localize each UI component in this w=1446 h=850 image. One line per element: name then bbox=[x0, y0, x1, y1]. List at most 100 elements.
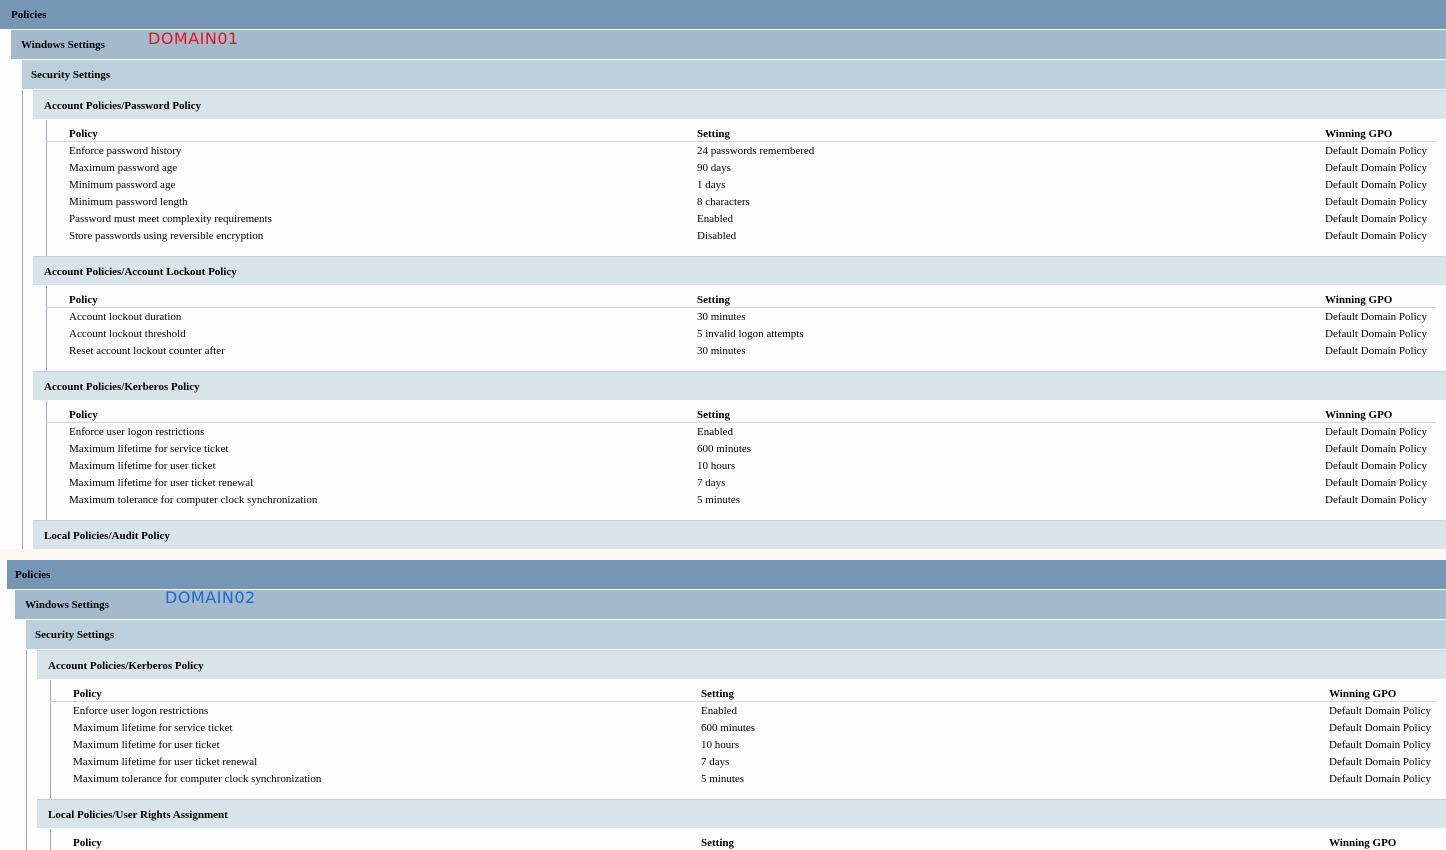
security-settings-header[interactable]: Security Settings bbox=[26, 620, 1446, 650]
winning-gpo[interactable]: Default Domain Policy bbox=[1325, 443, 1427, 455]
table-row[interactable]: Maximum lifetime for user ticket renewal… bbox=[46, 474, 1436, 491]
table-row[interactable]: Enforce password history 24 passwords rem… bbox=[46, 142, 1436, 159]
table-row[interactable]: Maximum lifetime for user ticket 10 hours… bbox=[50, 736, 1436, 753]
winning-gpo[interactable]: Default Domain Policy bbox=[1329, 739, 1431, 751]
policy-name: Maximum tolerance for computer clock syn… bbox=[73, 773, 322, 785]
security-settings-header[interactable]: Security Settings bbox=[22, 60, 1446, 90]
table-row[interactable]: Maximum lifetime for user ticket renewal… bbox=[50, 753, 1436, 770]
policy-column-header: Policy bbox=[69, 294, 98, 306]
windows-settings-label: Windows Settings bbox=[25, 599, 109, 611]
policy-name: Enforce user logon restrictions bbox=[69, 426, 205, 438]
policy-name: Account lockout threshold bbox=[69, 328, 186, 340]
winning-gpo[interactable]: Default Domain Policy bbox=[1325, 230, 1427, 242]
section-title: Local Policies/Audit Policy bbox=[44, 530, 170, 542]
policy-setting: 24 passwords remembered bbox=[697, 145, 815, 157]
winning-gpo[interactable]: Default Domain Policy bbox=[1325, 460, 1427, 472]
policy-name: Maximum lifetime for service ticket bbox=[69, 443, 229, 455]
section-title: Account Policies/Kerberos Policy bbox=[44, 381, 200, 393]
table-header-row: Policy Setting Winning GPO bbox=[46, 123, 1436, 142]
winning-gpo[interactable]: Default Domain Policy bbox=[1329, 705, 1431, 717]
winning-gpo-column-header: Winning GPO bbox=[1325, 294, 1393, 306]
report-domain02: Policies Windows Settings DOMAIN02 Secur… bbox=[0, 560, 1446, 850]
policy-setting: 5 minutes bbox=[697, 494, 741, 506]
winning-gpo-column-header: Winning GPO bbox=[1325, 409, 1393, 421]
policies-label: Policies bbox=[11, 9, 47, 21]
table-row[interactable]: Store passwords using reversible encrypt… bbox=[46, 227, 1436, 244]
table-row[interactable]: Account lockout duration 30 minutes Defaul… bbox=[46, 308, 1436, 325]
policy-table: Policy Setting Winning GPO bbox=[50, 829, 1446, 850]
section-header-local-policies-audit-policy[interactable]: Local Policies/Audit Policy bbox=[33, 520, 1446, 549]
table-row[interactable]: Reset account lockout counter after 30 mi… bbox=[46, 342, 1436, 359]
policy-table: Policy Setting Winning GPO Enforce password… bbox=[46, 120, 1446, 256]
policies-header[interactable]: Policies bbox=[7, 560, 1446, 590]
windows-settings-label: Windows Settings bbox=[21, 39, 105, 51]
table-row[interactable]: Account lockout threshold 5 invalid logon… bbox=[46, 325, 1436, 342]
winning-gpo[interactable]: Default Domain Policy bbox=[1325, 162, 1427, 174]
section-header-account-policies-kerberos-policy[interactable]: Account Policies/Kerberos Policy bbox=[37, 650, 1446, 680]
winning-gpo[interactable]: Default Domain Policy bbox=[1325, 477, 1427, 489]
table-row[interactable]: Enforce user logon restrictions Enabled De… bbox=[50, 702, 1436, 719]
policy-setting: 30 minutes bbox=[697, 311, 746, 323]
winning-gpo-column-header: Winning GPO bbox=[1325, 128, 1393, 140]
table-row[interactable]: Minimum password age 1 days Default Domain… bbox=[46, 176, 1436, 193]
table-row[interactable]: Maximum password age 90 days Default Domai… bbox=[46, 159, 1436, 176]
winning-gpo[interactable]: Default Domain Policy bbox=[1325, 328, 1427, 340]
tree-indent-line bbox=[22, 90, 23, 549]
table-row[interactable]: Password must meet complexity requiremen… bbox=[46, 210, 1436, 227]
tree-indent-line bbox=[26, 650, 27, 850]
policy-setting: 10 hours bbox=[701, 739, 740, 751]
domain-label: DOMAIN01 bbox=[148, 29, 239, 48]
report-domain01: Policies Windows Settings DOMAIN01 Secur… bbox=[0, 0, 1446, 549]
security-settings-label: Security Settings bbox=[35, 629, 115, 641]
policy-table: Policy Setting Winning GPO Enforce user log… bbox=[46, 401, 1446, 520]
policy-setting: 600 minutes bbox=[697, 443, 752, 455]
table-header-row: Policy Setting Winning GPO bbox=[46, 289, 1436, 308]
policy-name: Maximum password age bbox=[69, 162, 178, 174]
policy-table: Policy Setting Winning GPO Enforce user log… bbox=[50, 680, 1446, 799]
winning-gpo[interactable]: Default Domain Policy bbox=[1325, 426, 1427, 438]
policy-setting: 7 days bbox=[697, 477, 726, 489]
policy-setting: Enabled bbox=[701, 705, 738, 717]
winning-gpo[interactable]: Default Domain Policy bbox=[1325, 494, 1427, 506]
policy-column-header: Policy bbox=[69, 409, 98, 421]
table-row[interactable]: Maximum tolerance for computer clock syn… bbox=[50, 770, 1436, 787]
table-row[interactable]: Maximum tolerance for computer clock syn… bbox=[46, 491, 1436, 508]
domain-label: DOMAIN02 bbox=[165, 588, 256, 607]
table-row[interactable]: Maximum lifetime for user ticket 10 hours… bbox=[46, 457, 1436, 474]
section-title: Account Policies/Password Policy bbox=[44, 100, 202, 112]
setting-column-header: Setting bbox=[701, 837, 734, 849]
policy-setting: 5 invalid logon attempts bbox=[697, 328, 804, 340]
policy-name: Minimum password age bbox=[69, 179, 176, 191]
policy-name: Reset account lockout counter after bbox=[69, 345, 225, 357]
section-header-account-policies-kerberos-policy[interactable]: Account Policies/Kerberos Policy bbox=[33, 371, 1446, 401]
policy-name: Minimum password length bbox=[69, 196, 188, 208]
table-header-row: Policy Setting Winning GPO bbox=[50, 832, 1436, 850]
section-header-account-policies-account-lockout-policy[interactable]: Account Policies/Account Lockout Policy bbox=[33, 256, 1446, 286]
winning-gpo-column-header: Winning GPO bbox=[1329, 837, 1397, 849]
table-row[interactable]: Minimum password length 8 characters Defau… bbox=[46, 193, 1436, 210]
policy-setting: 8 characters bbox=[697, 196, 750, 208]
setting-column-header: Setting bbox=[697, 128, 730, 140]
winning-gpo[interactable]: Default Domain Policy bbox=[1329, 773, 1431, 785]
winning-gpo[interactable]: Default Domain Policy bbox=[1325, 196, 1427, 208]
table-row[interactable]: Enforce user logon restrictions Enabled De… bbox=[46, 423, 1436, 440]
winning-gpo[interactable]: Default Domain Policy bbox=[1325, 213, 1427, 225]
policy-name: Maximum lifetime for user ticket renewal bbox=[69, 477, 254, 489]
winning-gpo[interactable]: Default Domain Policy bbox=[1325, 179, 1427, 191]
policy-name: Maximum lifetime for service ticket bbox=[73, 722, 233, 734]
table-row[interactable]: Maximum lifetime for service ticket 600 m… bbox=[46, 440, 1436, 457]
winning-gpo[interactable]: Default Domain Policy bbox=[1329, 756, 1431, 768]
winning-gpo[interactable]: Default Domain Policy bbox=[1325, 145, 1427, 157]
table-row[interactable]: Maximum lifetime for service ticket 600 m… bbox=[50, 719, 1436, 736]
policy-name: Maximum lifetime for user ticket bbox=[73, 739, 220, 751]
setting-column-header: Setting bbox=[697, 294, 730, 306]
table-header-row: Policy Setting Winning GPO bbox=[50, 683, 1436, 702]
section-header-local-policies-user-rights-assignment[interactable]: Local Policies/User Rights Assignment bbox=[37, 799, 1446, 829]
policy-setting: 1 days bbox=[697, 179, 726, 191]
policy-name: Enforce user logon restrictions bbox=[73, 705, 209, 717]
section-header-account-policies-password-policy[interactable]: Account Policies/Password Policy bbox=[33, 90, 1446, 120]
winning-gpo[interactable]: Default Domain Policy bbox=[1329, 722, 1431, 734]
policies-header[interactable]: Policies bbox=[0, 0, 1446, 30]
winning-gpo[interactable]: Default Domain Policy bbox=[1325, 345, 1427, 357]
winning-gpo[interactable]: Default Domain Policy bbox=[1325, 311, 1427, 323]
